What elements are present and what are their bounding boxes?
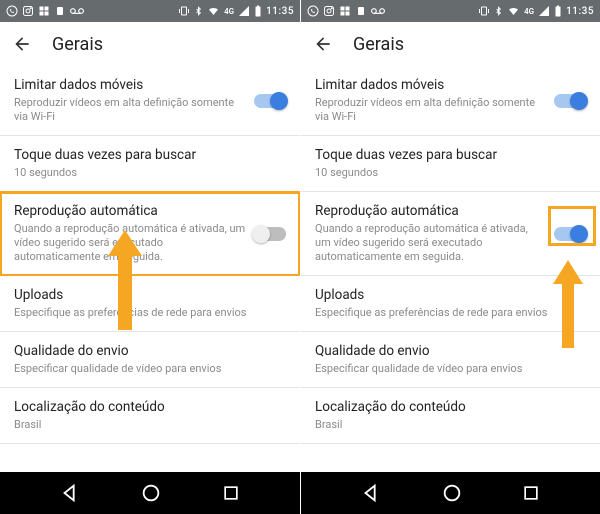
battery-icon	[554, 5, 562, 17]
row-desc: Brasil	[315, 418, 586, 432]
wifi-icon	[207, 5, 220, 17]
vibrate-icon	[478, 5, 490, 17]
row-uploads[interactable]: Uploads Especifique as preferências de r…	[0, 276, 300, 332]
row-limit-data[interactable]: Limitar dados móveis Reproduzir vídeos e…	[301, 66, 600, 136]
notification-icon	[54, 5, 66, 17]
navigation-bar	[301, 472, 600, 514]
network-label: 4G	[224, 7, 234, 16]
notification-icon	[355, 5, 367, 17]
nav-home-icon[interactable]	[441, 482, 463, 504]
row-desc: Especificar qualidade de vídeo para envi…	[14, 362, 286, 376]
settings-list: Limitar dados móveis Reproduzir vídeos e…	[301, 66, 600, 472]
nav-recents-icon[interactable]	[521, 483, 541, 503]
bluetooth-icon	[494, 5, 503, 17]
row-desc: Especifique as preferências de rede para…	[14, 306, 286, 320]
toggle-autoplay[interactable]	[554, 227, 586, 241]
back-arrow-icon[interactable]	[313, 34, 333, 54]
network-label: 4G	[524, 7, 534, 16]
row-title: Localização do conteúdo	[14, 399, 286, 417]
status-bar: 4G 11:35	[301, 0, 600, 22]
row-desc: Especificar qualidade de vídeo para envi…	[315, 362, 586, 376]
row-title: Localização do conteúdo	[315, 399, 586, 417]
toggle-limit-data[interactable]	[254, 94, 286, 108]
bluetooth-icon	[194, 5, 203, 17]
row-location[interactable]: Localização do conteúdo Brasil	[301, 388, 600, 444]
phone-right: 4G 11:35 Gerais Limitar dados móveis Rep…	[300, 0, 600, 514]
toolbar: Gerais	[0, 22, 300, 66]
row-double-tap[interactable]: Toque duas vezes para buscar 10 segundos	[0, 136, 300, 192]
voicemail-icon	[371, 5, 385, 17]
row-title: Toque duas vezes para buscar	[315, 147, 586, 165]
settings-list: Limitar dados móveis Reproduzir vídeos e…	[0, 66, 300, 472]
voicemail-icon	[70, 5, 84, 17]
clock: 11:35	[266, 6, 294, 17]
row-title: Qualidade do envio	[315, 343, 586, 361]
row-autoplay[interactable]: Reprodução automática Quando a reproduçã…	[0, 192, 300, 276]
nav-back-icon[interactable]	[59, 482, 81, 504]
status-bar: 4G 11:35	[0, 0, 300, 22]
row-uploads[interactable]: Uploads Especifique as preferências de r…	[301, 276, 600, 332]
instagram-icon	[323, 5, 335, 17]
page-title: Gerais	[52, 34, 103, 55]
vibrate-icon	[178, 5, 190, 17]
row-desc: Reproduzir vídeos em alta definição some…	[14, 96, 246, 125]
row-title: Reprodução automática	[14, 203, 246, 221]
toolbar: Gerais	[301, 22, 600, 66]
row-desc: Especifique as preferências de rede para…	[315, 306, 586, 320]
row-desc: 10 segundos	[315, 166, 586, 180]
instagram-icon	[22, 5, 34, 17]
clock: 11:35	[566, 6, 594, 17]
row-location[interactable]: Localização do conteúdo Brasil	[0, 388, 300, 444]
row-double-tap[interactable]: Toque duas vezes para buscar 10 segundos	[301, 136, 600, 192]
row-limit-data[interactable]: Limitar dados móveis Reproduzir vídeos e…	[0, 66, 300, 136]
row-title: Uploads	[14, 287, 286, 305]
back-arrow-icon[interactable]	[12, 34, 32, 54]
page-title: Gerais	[353, 34, 404, 55]
row-title: Limitar dados móveis	[315, 77, 546, 95]
row-upload-quality[interactable]: Qualidade do envio Especificar qualidade…	[0, 332, 300, 388]
row-title: Qualidade do envio	[14, 343, 286, 361]
row-upload-quality[interactable]: Qualidade do envio Especificar qualidade…	[301, 332, 600, 388]
row-title: Limitar dados móveis	[14, 77, 246, 95]
navigation-bar	[0, 472, 300, 514]
phone-left: 4G 11:35 Gerais Limitar dados móveis Rep…	[0, 0, 300, 514]
whatsapp-icon	[6, 5, 18, 17]
nav-home-icon[interactable]	[140, 482, 162, 504]
nav-back-icon[interactable]	[360, 482, 382, 504]
row-desc: Reproduzir vídeos em alta definição some…	[315, 96, 546, 125]
row-title: Toque duas vezes para buscar	[14, 147, 286, 165]
whatsapp-icon	[307, 5, 319, 17]
row-desc: Quando a reprodução automática é ativada…	[14, 222, 246, 265]
toggle-limit-data[interactable]	[554, 94, 586, 108]
battery-icon	[254, 5, 262, 17]
row-title: Reprodução automática	[315, 203, 546, 221]
apps-icon	[339, 5, 351, 17]
wifi-icon	[507, 5, 520, 17]
signal-icon	[238, 5, 250, 17]
toggle-autoplay[interactable]	[254, 227, 286, 241]
apps-icon	[38, 5, 50, 17]
row-desc: 10 segundos	[14, 166, 286, 180]
row-desc: Quando a reprodução automática é ativada…	[315, 222, 546, 265]
row-title: Uploads	[315, 287, 586, 305]
row-autoplay[interactable]: Reprodução automática Quando a reproduçã…	[301, 192, 600, 276]
nav-recents-icon[interactable]	[221, 483, 241, 503]
signal-icon	[538, 5, 550, 17]
row-desc: Brasil	[14, 418, 286, 432]
